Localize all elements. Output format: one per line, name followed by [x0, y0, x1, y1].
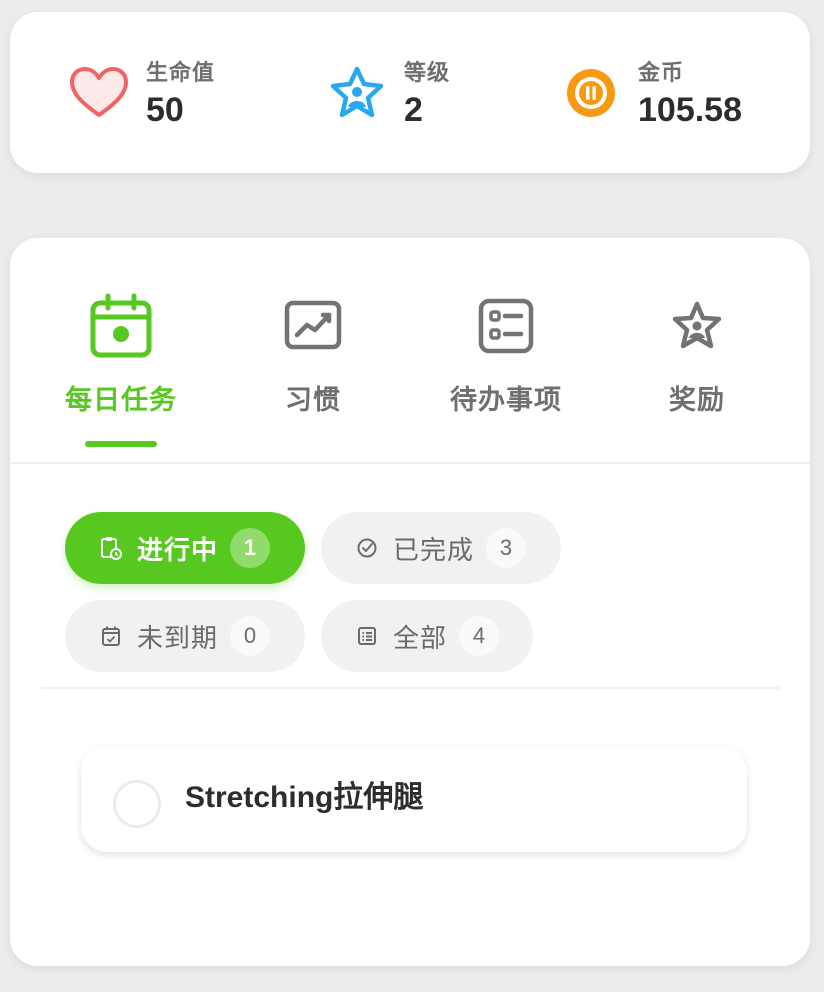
list-small-icon	[355, 624, 379, 648]
filter-completed[interactable]: 已完成 3	[321, 512, 561, 584]
heart-icon	[68, 62, 130, 124]
stat-level-label: 等级	[404, 60, 451, 85]
calendar-icon	[86, 290, 156, 362]
active-tab-indicator	[85, 441, 157, 447]
star-outline-icon	[662, 290, 732, 362]
stats-card: 生命值 50 等级 2 金币 105.58	[10, 12, 810, 173]
stat-gold: 金币 105.58	[560, 12, 742, 173]
filter-in-progress[interactable]: 进行中 1	[65, 512, 305, 584]
tab-label: 每日任务	[65, 385, 177, 415]
stat-hp-label: 生命值	[146, 60, 216, 85]
calendar-check-icon	[99, 624, 123, 648]
filter-not-due[interactable]: 未到期 0	[65, 600, 305, 672]
divider	[41, 687, 779, 689]
task-card[interactable]: Stretching拉伸腿	[81, 746, 747, 852]
filter-label: 进行中	[137, 534, 219, 565]
star-icon	[326, 62, 388, 124]
main-card: 每日任务 习惯 待办事项 奖励 进行中 1 已完成 3 未到期 0 全部 4 S…	[10, 238, 810, 966]
filter-count-badge: 0	[230, 616, 271, 656]
tab-todos[interactable]: 待办事项	[411, 290, 601, 417]
filter-label: 全部	[393, 622, 448, 653]
chart-icon	[278, 290, 348, 362]
task-title: Stretching拉伸腿	[185, 781, 424, 814]
tab-label: 奖励	[669, 385, 725, 415]
stat-level-value: 2	[404, 91, 423, 129]
task-checkbox[interactable]	[113, 780, 161, 828]
stat-hp: 生命值 50	[68, 12, 215, 173]
stat-gold-value: 105.58	[638, 91, 742, 129]
filter-count-badge: 1	[230, 528, 271, 568]
check-circle-icon	[355, 536, 379, 560]
filter-label: 未到期	[137, 622, 219, 653]
tab-bar: 每日任务 习惯 待办事项 奖励	[10, 238, 810, 464]
tab-label: 习惯	[285, 385, 341, 415]
coin-icon	[560, 62, 622, 124]
stat-hp-value: 50	[146, 91, 184, 129]
filter-count-badge: 4	[459, 616, 500, 656]
list-icon	[471, 290, 541, 362]
tab-rewards[interactable]: 奖励	[602, 290, 792, 417]
filter-count-badge: 3	[486, 528, 527, 568]
tab-habits[interactable]: 习惯	[218, 290, 408, 417]
filter-all[interactable]: 全部 4	[321, 600, 533, 672]
tab-daily-tasks[interactable]: 每日任务	[26, 290, 216, 447]
clipboard-clock-icon	[99, 536, 123, 560]
tab-label: 待办事项	[450, 385, 562, 415]
stat-level: 等级 2	[326, 12, 450, 173]
stat-gold-label: 金币	[638, 60, 685, 85]
filter-label: 已完成	[393, 534, 475, 565]
